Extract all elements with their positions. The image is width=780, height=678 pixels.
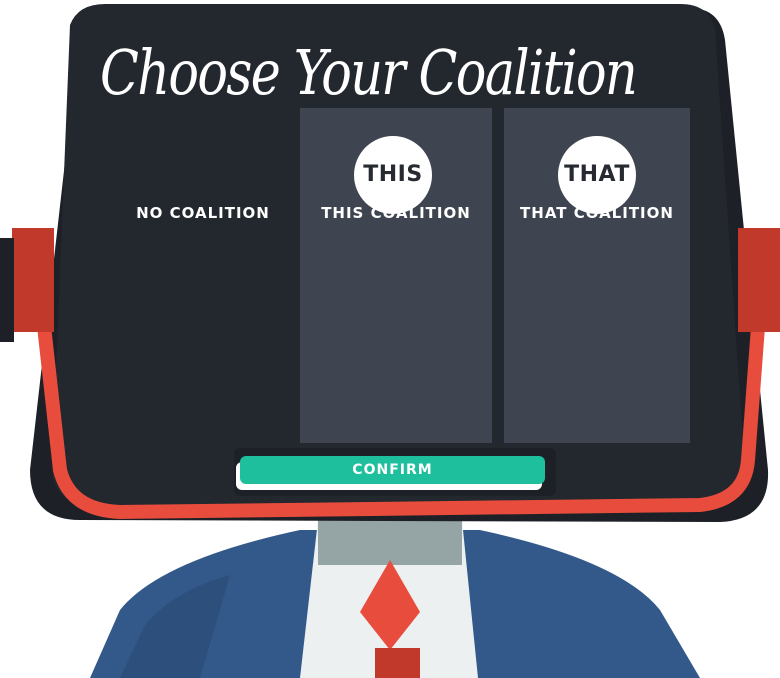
that-badge: THAT [558, 136, 636, 214]
tie-bottom [375, 648, 420, 678]
right-ear [738, 228, 780, 332]
option-label: THIS COALITION [321, 204, 471, 222]
left-ear [12, 228, 54, 332]
this-badge: THIS [354, 136, 432, 214]
game-screen: Choose Your Coalition NO COALITION THIS … [0, 0, 780, 678]
option-this-coalition[interactable]: THIS THIS COALITION [300, 108, 492, 443]
option-label: THAT COALITION [520, 204, 674, 222]
option-label: NO COALITION [136, 204, 270, 222]
option-no-coalition[interactable]: NO COALITION [110, 108, 296, 443]
left-ear-back [0, 238, 14, 342]
option-that-coalition[interactable]: THAT THAT COALITION [504, 108, 690, 443]
confirm-button[interactable]: CONFIRM [240, 456, 545, 484]
